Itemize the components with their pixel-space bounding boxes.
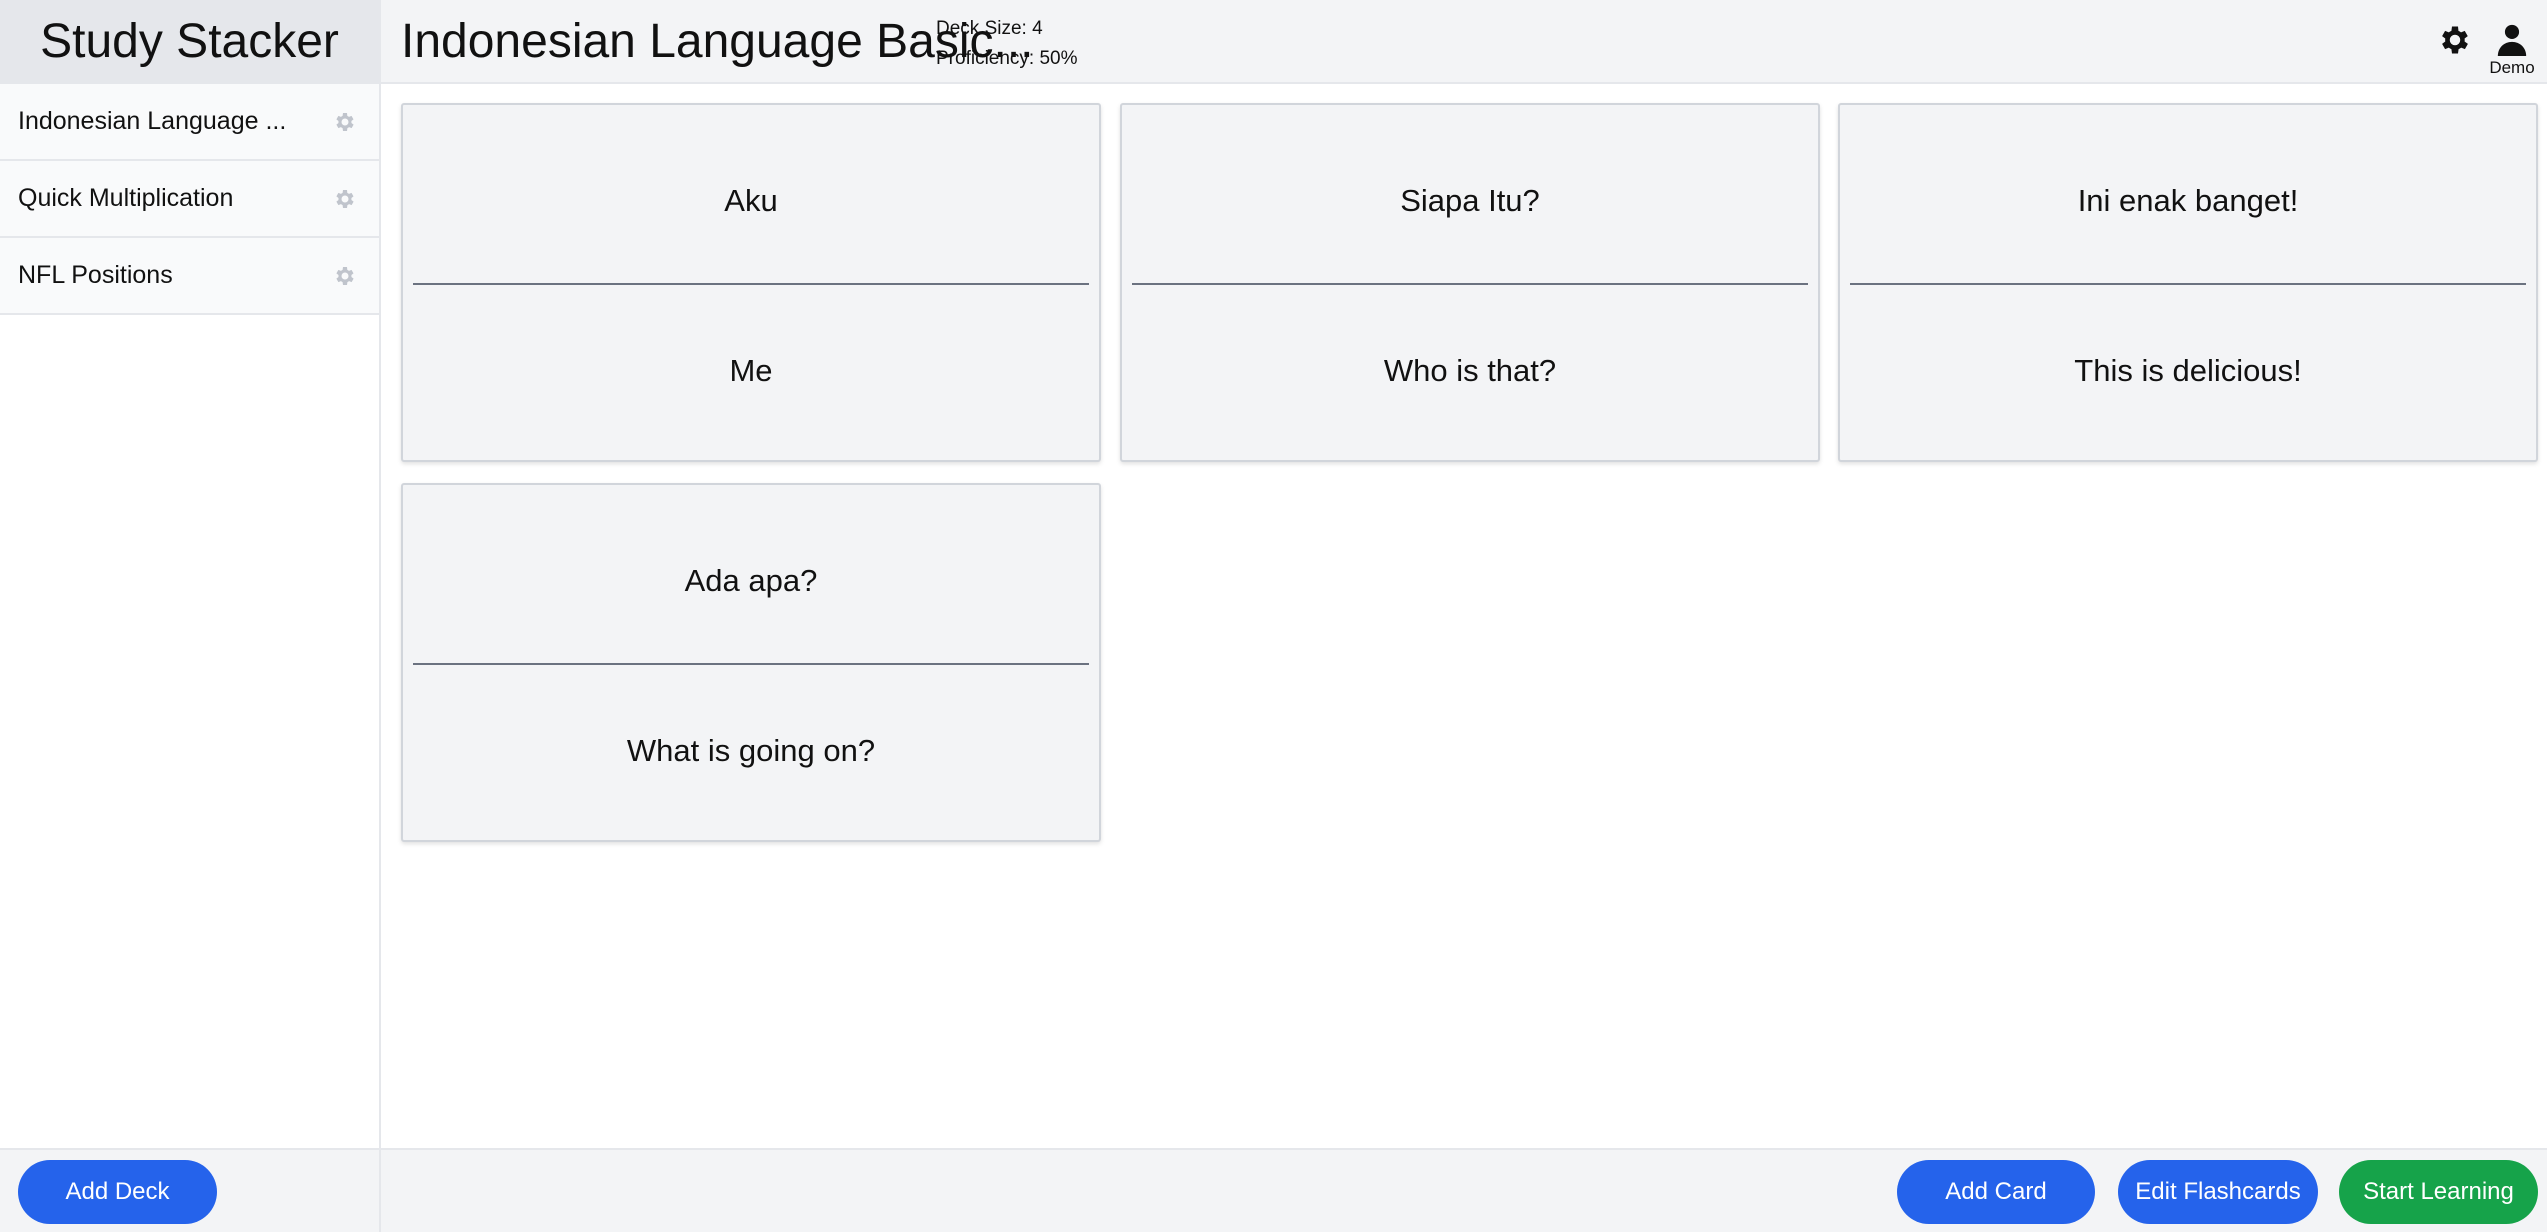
user-icon (2497, 24, 2527, 56)
card-front: Siapa Itu? (1400, 183, 1540, 218)
deck-size: Deck Size: 4 (936, 18, 1043, 39)
user-name: Demo (2489, 58, 2535, 77)
flashcard[interactable]: Ada apa? What is going on? (401, 483, 1101, 842)
add-deck-button[interactable]: Add Deck (18, 1160, 217, 1224)
deck-item-label: NFL Positions (18, 261, 173, 289)
deck-item-label: Indonesian Language ... (18, 107, 287, 135)
gear-icon[interactable] (333, 187, 357, 211)
card-front: Ini enak banget! (2077, 183, 2299, 218)
sidebar: Study Stacker Indonesian Language ... Qu… (0, 0, 381, 1232)
action-footer: Add Card Edit Flashcards Start Learning (381, 1148, 2547, 1232)
card-back: This is delicious! (2074, 353, 2302, 388)
add-card-button[interactable]: Add Card (1897, 1160, 2095, 1224)
card-divider (413, 663, 1089, 665)
card-back: Who is that? (1383, 353, 1557, 388)
flashcard[interactable]: Aku Me (401, 103, 1101, 462)
gear-icon[interactable] (2437, 22, 2473, 58)
card-front: Aku (724, 183, 778, 218)
deck-stats: Deck Size: 4 Proficiency: 50% (936, 14, 1078, 74)
deck-item-nfl[interactable]: NFL Positions (0, 238, 379, 315)
card-divider (1132, 283, 1808, 285)
card-divider (1850, 283, 2526, 285)
flashcard[interactable]: Ini enak banget! This is delicious! (1838, 103, 2538, 462)
deck-item-label: Quick Multiplication (18, 184, 234, 212)
flashcard[interactable]: Siapa Itu? Who is that? (1120, 103, 1820, 462)
sidebar-footer: Add Deck (0, 1148, 381, 1232)
gear-icon[interactable] (333, 264, 357, 288)
user-menu[interactable]: Demo (2487, 22, 2537, 78)
deck-header: Indonesian Language Basic... Deck Size: … (381, 0, 2547, 84)
deck-item-multiplication[interactable]: Quick Multiplication (0, 161, 379, 238)
card-divider (413, 283, 1089, 285)
app-brand: Study Stacker (0, 0, 379, 84)
start-learning-button[interactable]: Start Learning (2339, 1160, 2538, 1224)
card-front: Ada apa? (684, 563, 818, 598)
gear-icon[interactable] (333, 110, 357, 134)
deck-proficiency: Proficiency: 50% (936, 48, 1078, 69)
card-back: What is going on? (626, 733, 876, 768)
deck-item-indonesian[interactable]: Indonesian Language ... (0, 84, 379, 161)
card-back: Me (729, 353, 773, 388)
edit-flashcards-button[interactable]: Edit Flashcards (2118, 1160, 2318, 1224)
deck-list: Indonesian Language ... Quick Multiplica… (0, 84, 379, 315)
